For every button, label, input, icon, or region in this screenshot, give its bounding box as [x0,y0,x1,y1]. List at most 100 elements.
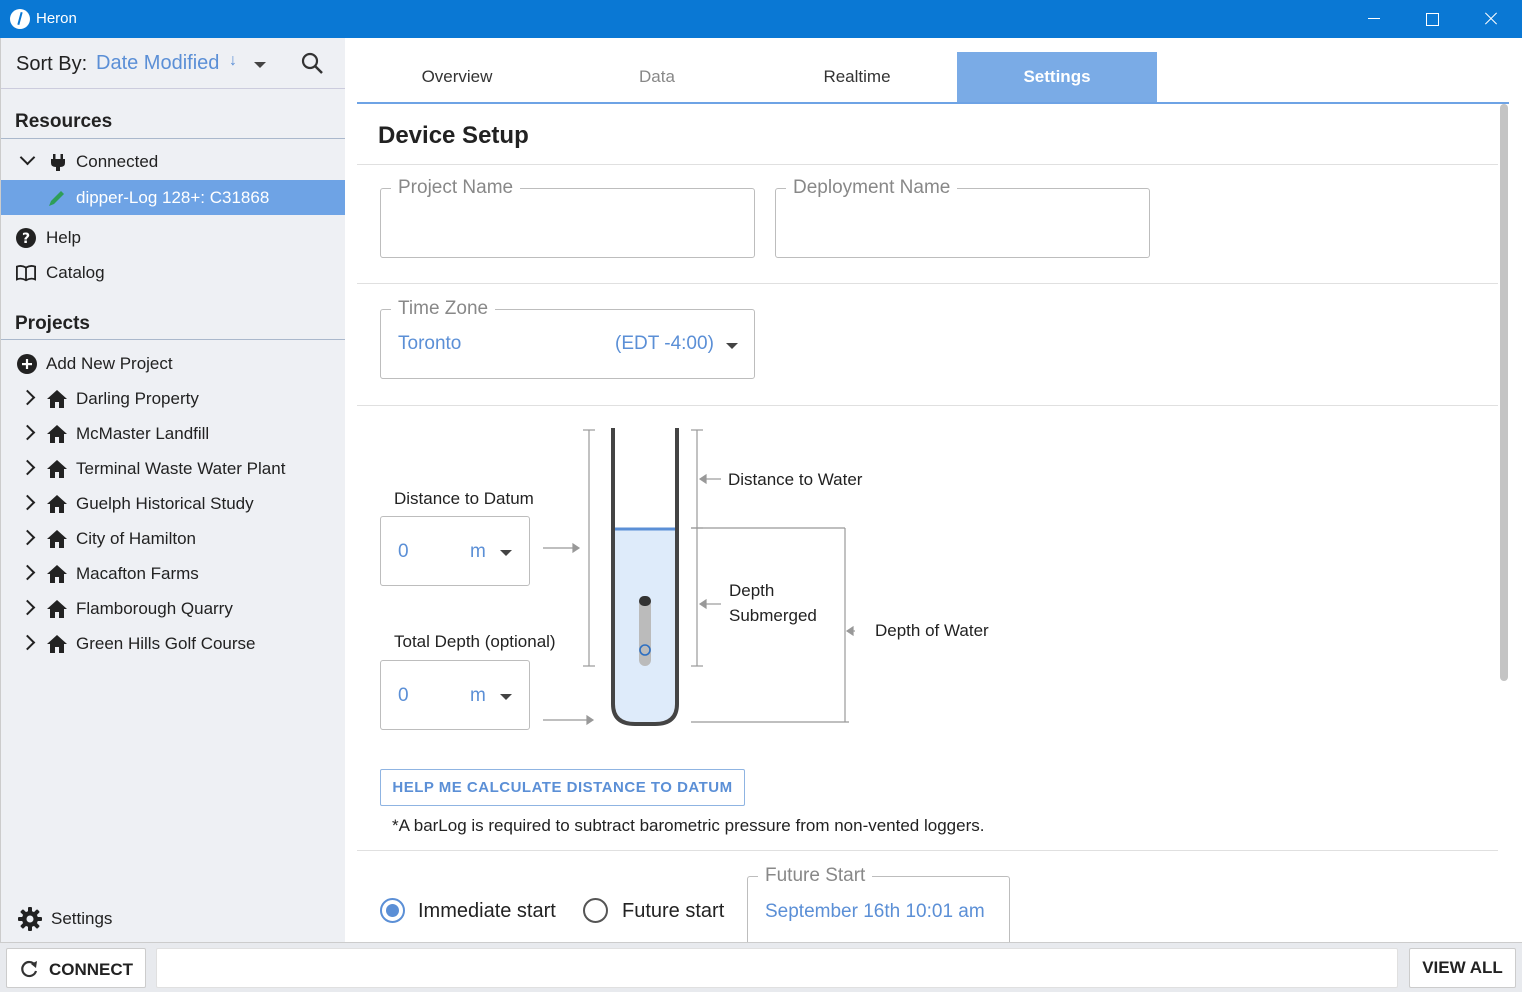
project-label: Flamborough Quarry [76,599,233,618]
barlog-note: *A barLog is required to subtract barome… [392,816,985,835]
chevron-right-icon[interactable] [19,634,36,651]
status-field [156,948,1398,988]
plug-icon [51,154,65,171]
tab-bar: Overview Data Realtime Settings [357,52,1509,104]
project-item[interactable]: Terminal Waste Water Plant [1,451,346,486]
add-new-project-button[interactable]: Add New Project [1,346,346,381]
sidebar-item-help[interactable]: ? Help [1,220,346,255]
minimize-icon[interactable] [1345,0,1403,38]
project-item[interactable]: McMaster Landfill [1,416,346,451]
chevron-right-icon[interactable] [19,424,36,441]
connected-group[interactable]: Connected [1,144,346,179]
project-item[interactable]: Green Hills Golf Course [1,626,346,661]
tab-overview[interactable]: Overview [357,52,557,102]
svg-text:?: ? [22,231,30,247]
projects-heading: Projects [15,313,90,334]
total-depth-label: Total Depth (optional) [394,632,556,651]
datum-input[interactable]: 0 m [380,516,530,586]
divider [357,164,1498,165]
total-depth-value: 0 [398,685,409,706]
divider [1,138,346,139]
project-item[interactable]: City of Hamilton [1,521,346,556]
project-label: Darling Property [76,389,199,408]
chevron-down-icon[interactable] [500,550,512,556]
sidebar-item-settings[interactable]: Settings [1,901,346,936]
connected-label: Connected [76,152,159,171]
project-name-field[interactable]: Project Name [380,177,755,258]
home-icon [47,600,67,618]
sort-caret-icon[interactable] [254,62,266,68]
timezone-city: Toronto [398,333,462,354]
home-icon [47,425,67,443]
depth-of-water-label: Depth of Water [875,621,989,640]
project-label: McMaster Landfill [76,424,210,443]
chevron-right-icon[interactable] [19,564,36,581]
future-start-field-label: Future Start [758,865,873,887]
tab-realtime[interactable]: Realtime [757,52,957,102]
project-label: City of Hamilton [76,529,196,548]
project-label: Guelph Historical Study [76,494,254,513]
home-icon [47,460,67,478]
chevron-down-icon[interactable] [726,343,738,349]
tab-data[interactable]: Data [557,52,757,102]
sidebar-item-catalog[interactable]: Catalog [1,255,346,290]
tab-settings[interactable]: Settings [957,52,1157,102]
sort-direction-icon[interactable]: ↓ [229,52,237,70]
page-title: Device Setup [378,122,529,149]
chevron-right-icon[interactable] [19,494,36,511]
maximize-icon[interactable] [1403,0,1461,38]
total-depth-unit[interactable]: m [470,685,486,707]
sort-bar: Sort By: Date Modified ↓ [1,38,346,89]
home-icon [47,495,67,513]
catalog-label: Catalog [46,263,105,282]
project-name-label: Project Name [391,177,521,199]
refresh-icon [21,960,38,978]
project-item[interactable]: Macafton Farms [1,556,346,591]
future-start-field[interactable]: Future Start September 16th 10:01 am [747,865,1010,946]
future-start-radio[interactable] [583,898,608,923]
help-icon: ? [16,228,36,248]
chevron-right-icon[interactable] [19,529,36,546]
window-title: Heron [36,10,77,27]
future-start-label[interactable]: Future start [622,900,724,923]
home-icon [47,635,67,653]
sort-dropdown[interactable]: Date Modified [96,52,219,75]
datum-unit[interactable]: m [470,541,486,563]
main-panel: Overview Data Realtime Settings Device S… [345,38,1522,946]
sidebar-item-device[interactable]: dipper-Log 128+: C31868 [1,180,357,215]
timezone-label: Time Zone [391,298,496,320]
heron-logo-icon [10,9,30,29]
deployment-name-field[interactable]: Deployment Name [775,177,1150,258]
pencil-icon [49,191,64,206]
sidebar: Sort By: Date Modified ↓ Resources Conne… [0,38,357,942]
timezone-select[interactable]: Time Zone Toronto (EDT -4:00) [380,298,755,379]
deployment-name-label: Deployment Name [786,177,958,199]
search-icon[interactable] [301,52,323,74]
home-icon [47,530,67,548]
depth-submerged-label-1: Depth [729,581,775,600]
calculate-datum-button[interactable]: HELP ME CALCULATE DISTANCE TO DATUM [380,769,745,806]
project-item[interactable]: Flamborough Quarry [1,591,346,626]
immediate-start-label[interactable]: Immediate start [418,900,556,923]
help-label: Help [46,228,81,247]
connect-button[interactable]: CONNECT [6,948,146,988]
total-depth-input[interactable]: 0 m [380,660,530,730]
chevron-down-icon[interactable] [19,149,36,166]
scrollbar[interactable] [1500,104,1508,681]
project-item[interactable]: Darling Property [1,381,346,416]
view-all-button[interactable]: VIEW ALL [1409,948,1516,988]
resources-heading: Resources [15,111,113,132]
chevron-down-icon[interactable] [500,694,512,700]
title-bar: Heron [0,0,1522,38]
chevron-right-icon[interactable] [19,459,36,476]
immediate-start-radio[interactable] [380,898,405,923]
book-icon [16,265,36,282]
home-icon [47,565,67,583]
close-icon[interactable] [1461,0,1519,38]
datum-value: 0 [398,541,409,562]
divider [357,283,1498,284]
bottom-bar: CONNECT VIEW ALL [0,942,1522,992]
chevron-right-icon[interactable] [19,599,36,616]
chevron-right-icon[interactable] [19,389,36,406]
project-item[interactable]: Guelph Historical Study [1,486,346,521]
